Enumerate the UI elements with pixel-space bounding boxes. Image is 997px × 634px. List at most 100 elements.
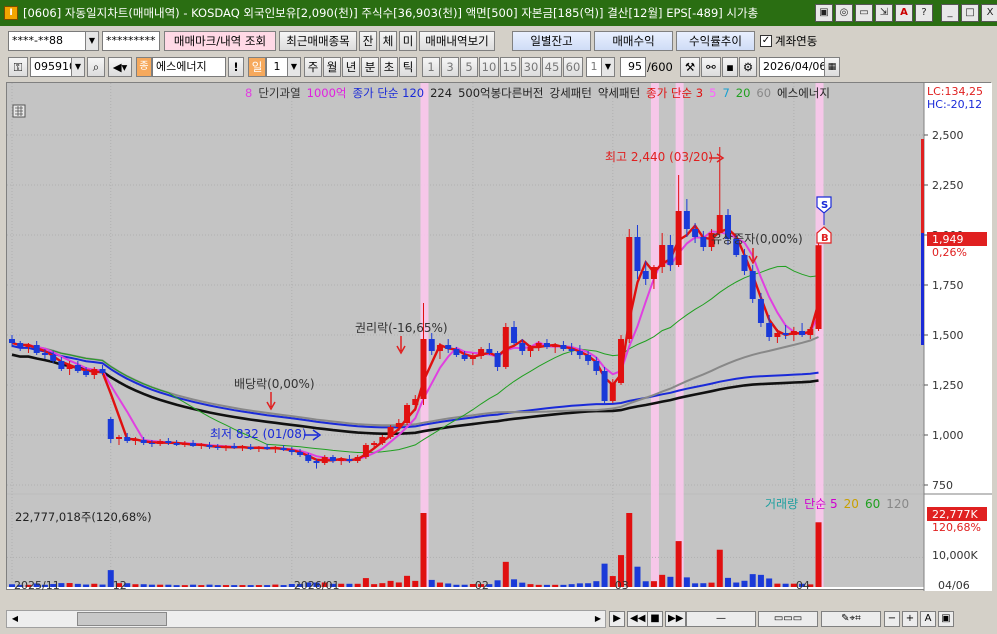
minimize-button[interactable]: _ bbox=[941, 4, 959, 22]
y-tick-label: 1,500 bbox=[932, 329, 964, 342]
price-panel-bg bbox=[7, 83, 924, 493]
panel-icon[interactable]: ▣ bbox=[938, 611, 954, 627]
interval-10-button[interactable]: 10 bbox=[479, 57, 499, 77]
volume-bar bbox=[222, 585, 229, 587]
volume-bar bbox=[502, 561, 509, 587]
price-chart[interactable]: 2,5002,2502,0001,7501,5001,2501,000750 2… bbox=[7, 83, 992, 591]
fast-forward-icon[interactable]: ▶▶ bbox=[665, 611, 687, 627]
daily-balance-button[interactable]: 일별잔고 bbox=[512, 31, 591, 51]
stock-code-dropdown-icon[interactable]: ▼ bbox=[71, 57, 85, 77]
play-icon[interactable]: ▶ bbox=[609, 611, 625, 627]
search-icon[interactable]: ⌕ bbox=[87, 57, 105, 77]
bottom-controls: ◀ ▶ ▶ ◀◀ ■ ▶▶ — ▭▭▭ ✎⌖⌗ − + A ▣ bbox=[6, 608, 991, 632]
lock-icon[interactable]: ⚿ bbox=[8, 57, 28, 77]
candle-body bbox=[91, 369, 98, 375]
chart-area[interactable]: 2,5002,2502,0001,7501,5001,2501,000750 2… bbox=[6, 82, 992, 591]
volume-bar bbox=[749, 574, 756, 587]
period-count-dropdown-icon[interactable]: ▼ bbox=[287, 57, 301, 77]
tab-jan[interactable]: 잔 bbox=[359, 31, 377, 51]
current-volume: 22,777K bbox=[932, 508, 978, 521]
toolbar-icon-1[interactable]: ▣ bbox=[815, 4, 833, 22]
plus-icon[interactable]: + bbox=[902, 611, 918, 627]
close-button[interactable]: X bbox=[981, 4, 997, 22]
volume-bar bbox=[725, 577, 732, 587]
stop-icon[interactable]: ■ bbox=[647, 611, 663, 627]
font-icon[interactable]: A bbox=[895, 4, 913, 22]
volume-bar bbox=[247, 585, 254, 587]
interval-60-button[interactable]: 60 bbox=[563, 57, 583, 77]
drawing-icons[interactable]: ✎⌖⌗ bbox=[821, 611, 881, 627]
maximize-button[interactable]: □ bbox=[961, 4, 979, 22]
volume-bar bbox=[815, 522, 822, 587]
help-icon[interactable]: ? bbox=[915, 4, 933, 22]
minus-icon[interactable]: − bbox=[884, 611, 900, 627]
tab-mi[interactable]: 미 bbox=[399, 31, 417, 51]
save-icon[interactable]: ▪ bbox=[722, 57, 738, 77]
candle-body bbox=[66, 365, 73, 369]
period-week-button[interactable]: 주 bbox=[304, 57, 322, 77]
calendar-icon[interactable]: ▦ bbox=[824, 57, 840, 77]
period-count-input[interactable]: 1 bbox=[266, 57, 288, 77]
bar-count-input[interactable]: 95 bbox=[620, 57, 646, 77]
scroll-thumb[interactable] bbox=[77, 612, 167, 626]
period-day-button[interactable]: 일 bbox=[248, 57, 266, 77]
period-year-button[interactable]: 년 bbox=[342, 57, 360, 77]
interval-5-button[interactable]: 5 bbox=[460, 57, 478, 77]
settings-gear-icon[interactable]: ⚙ bbox=[739, 57, 757, 77]
toolbar-icon-3[interactable]: ▭ bbox=[855, 4, 873, 22]
layout-icons[interactable]: ▭▭▭ bbox=[758, 611, 818, 627]
interval-45-button[interactable]: 45 bbox=[542, 57, 562, 77]
trade-profit-button[interactable]: 매매수익 bbox=[594, 31, 673, 51]
account-dropdown-icon[interactable]: ▼ bbox=[85, 31, 99, 51]
volume-bar bbox=[576, 583, 583, 587]
interval-30-button[interactable]: 30 bbox=[521, 57, 541, 77]
volume-bar bbox=[560, 584, 567, 587]
candle-body bbox=[404, 405, 411, 423]
volume-bar bbox=[83, 584, 90, 587]
volume-bar bbox=[568, 584, 575, 587]
interval-3-button[interactable]: 3 bbox=[441, 57, 459, 77]
legend-entry: 1000억 bbox=[307, 86, 347, 100]
speaker-icon[interactable]: ◀▾ bbox=[108, 57, 132, 77]
rewind-icon[interactable]: ◀◀ bbox=[627, 611, 649, 627]
trade-mark-button[interactable]: 매매마크/내역 조회 bbox=[164, 31, 276, 51]
toolbar-icon-4[interactable]: ⇲ bbox=[875, 4, 893, 22]
interval-15-button[interactable]: 15 bbox=[500, 57, 520, 77]
rights-annotation: 권리락(-16,65%) bbox=[355, 321, 448, 335]
tab-che[interactable]: 체 bbox=[379, 31, 397, 51]
tool-icon[interactable]: ⚒ bbox=[680, 57, 700, 77]
link-icon[interactable]: ⚯ bbox=[701, 57, 721, 77]
account-input[interactable]: ****-**88 bbox=[8, 31, 86, 51]
candle-body bbox=[568, 349, 575, 351]
toolbar-icon-2[interactable]: ◎ bbox=[835, 4, 853, 22]
recent-trades-button[interactable]: 최근매매종목 bbox=[279, 31, 357, 51]
alert-icon[interactable]: ! bbox=[228, 57, 244, 77]
legend-entry: 7 bbox=[722, 86, 729, 100]
return-trend-button[interactable]: 수익률추이 bbox=[676, 31, 755, 51]
password-input[interactable]: ********* bbox=[102, 31, 160, 51]
legend-entry: 8 bbox=[245, 86, 252, 100]
interval-1-button[interactable]: 1 bbox=[422, 57, 440, 77]
account-link-checkbox[interactable]: ✓ bbox=[760, 35, 772, 47]
interval-count-dropdown-icon[interactable]: ▼ bbox=[601, 57, 615, 77]
period-tick-button[interactable]: 틱 bbox=[399, 57, 417, 77]
stock-code-input[interactable]: 095910 bbox=[30, 57, 72, 77]
interval-count-input[interactable]: 1 bbox=[586, 57, 602, 77]
period-minute-button[interactable]: 분 bbox=[361, 57, 379, 77]
candle-body bbox=[387, 427, 394, 437]
candle-body bbox=[231, 446, 238, 448]
candle-body bbox=[609, 383, 616, 401]
trade-history-button[interactable]: 매매내역보기 bbox=[419, 31, 495, 51]
scroll-right-icon[interactable]: ▶ bbox=[591, 612, 605, 626]
font-size-icon[interactable]: A bbox=[920, 611, 936, 627]
date-input[interactable]: 2026/04/06 bbox=[759, 57, 825, 77]
zoom-slider[interactable]: — bbox=[686, 611, 756, 627]
scroll-left-icon[interactable]: ◀ bbox=[8, 612, 22, 626]
horizontal-scrollbar[interactable]: ◀ ▶ bbox=[6, 610, 606, 628]
period-month-button[interactable]: 월 bbox=[323, 57, 341, 77]
candle-body bbox=[511, 327, 518, 343]
y-tick-label: 2,250 bbox=[932, 179, 964, 192]
x-tick-label: 12 bbox=[113, 579, 127, 591]
account-link-label: 계좌연동 bbox=[775, 34, 818, 48]
period-second-button[interactable]: 초 bbox=[380, 57, 398, 77]
